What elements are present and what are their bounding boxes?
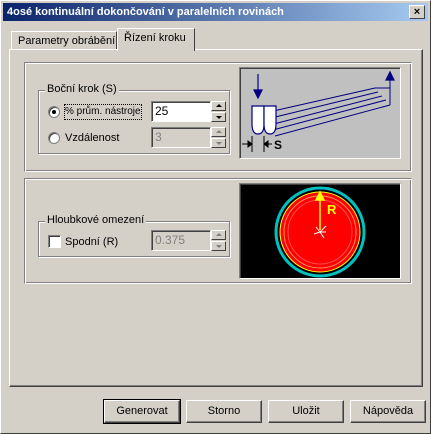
depth-limit-diagram: R bbox=[239, 183, 401, 279]
tab-machining-parameters[interactable]: Parametry obrábění bbox=[11, 31, 117, 51]
generate-button[interactable]: Generovat bbox=[103, 399, 181, 424]
radio-selected-dot bbox=[52, 110, 56, 114]
side-step-group-label: Boční krok (S) bbox=[45, 83, 119, 95]
depth-limit-frame: Hloubkové omezení Spodní (R) 0.375 R bbox=[24, 178, 412, 284]
dialog-window: 4osé kontinuální dokončování v paralelní… bbox=[0, 0, 431, 434]
cancel-button[interactable]: Storno bbox=[186, 400, 262, 423]
side-step-diagram-label: S bbox=[274, 138, 282, 152]
depth-limit-diagram-graphic: R bbox=[274, 186, 366, 278]
percent-input[interactable]: 25 bbox=[151, 101, 211, 122]
distance-input[interactable]: 3 bbox=[151, 127, 211, 148]
bottom-limit-spinner[interactable] bbox=[211, 230, 226, 251]
tab-step-control[interactable]: Řízení kroku bbox=[117, 28, 195, 51]
close-button[interactable]: × bbox=[409, 5, 425, 19]
depth-limit-group-label: Hloubkové omezení bbox=[45, 214, 147, 226]
spin-up-icon[interactable] bbox=[211, 230, 226, 240]
bottom-limit-label[interactable]: Spodní (R) bbox=[65, 235, 118, 249]
spin-up-icon[interactable] bbox=[211, 127, 226, 137]
percent-spinner[interactable] bbox=[211, 101, 226, 122]
percent-radio[interactable] bbox=[48, 106, 60, 118]
side-step-groupbox: Boční krok (S) % prům. nástroje 25 Vzdál… bbox=[38, 83, 230, 154]
side-step-diagram: S bbox=[239, 67, 401, 159]
depth-limit-groupbox: Hloubkové omezení Spodní (R) 0.375 bbox=[38, 214, 230, 257]
save-button[interactable]: Uložit bbox=[268, 400, 344, 423]
spin-up-icon[interactable] bbox=[211, 101, 226, 111]
title-bar[interactable]: 4osé kontinuální dokončování v paralelní… bbox=[3, 3, 428, 21]
distance-radio[interactable] bbox=[48, 132, 60, 144]
side-step-frame: Boční krok (S) % prům. nástroje 25 Vzdál… bbox=[24, 62, 412, 172]
distance-spinner[interactable] bbox=[211, 127, 226, 148]
close-icon: × bbox=[413, 6, 421, 18]
side-step-diagram-graphic: S bbox=[242, 70, 395, 152]
tab-label: Parametry obrábění bbox=[18, 35, 116, 47]
spin-down-icon[interactable] bbox=[211, 112, 226, 122]
bottom-limit-checkbox[interactable] bbox=[48, 235, 61, 248]
spin-down-icon[interactable] bbox=[211, 138, 226, 148]
bottom-limit-input[interactable]: 0.375 bbox=[151, 230, 211, 251]
window-title: 4osé kontinuální dokončování v paralelní… bbox=[7, 6, 284, 18]
help-button[interactable]: Nápověda bbox=[350, 400, 426, 423]
spin-down-icon[interactable] bbox=[211, 241, 226, 251]
distance-radio-label[interactable]: Vzdálenost bbox=[65, 131, 119, 145]
percent-radio-label[interactable]: % prům. nástroje bbox=[64, 104, 142, 120]
depth-limit-diagram-label: R bbox=[327, 202, 337, 217]
tab-panel: Boční krok (S) % prům. nástroje 25 Vzdál… bbox=[9, 49, 423, 387]
tab-label: Řízení kroku bbox=[124, 32, 186, 44]
